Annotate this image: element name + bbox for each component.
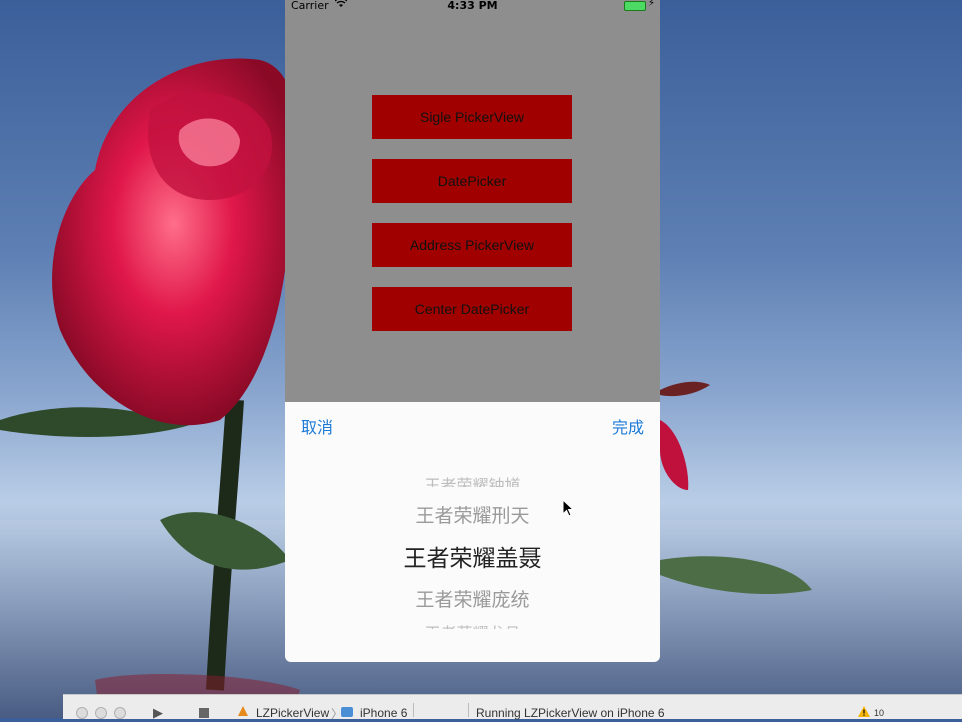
picker-wheel[interactable]: 王者荣耀钟馗 王者荣耀刑天 王者荣耀盖聂 王者荣耀庞统 王者荣耀龙且 [285,472,660,632]
single-pickerview-button[interactable]: Sigle PickerView [372,95,572,139]
picker-row[interactable]: 王者荣耀庞统 [285,585,660,612]
close-window-icon[interactable] [76,707,88,719]
done-button[interactable]: 完成 [612,414,644,438]
picker-row[interactable]: 王者荣耀钟馗 [285,477,660,487]
picker-row[interactable]: 王者荣耀龙且 [285,620,660,629]
warning-count: 10 [874,708,885,718]
simulator-screen: Carrier 4:33 PM ⚡ Sigle PickerView DateP… [285,0,660,662]
run-icon[interactable]: ▶ [153,705,163,721]
datepicker-button[interactable]: DatePicker [372,159,572,203]
status-bar: Carrier 4:33 PM ⚡ [285,0,660,12]
divider [468,703,469,717]
picker-row[interactable]: 王者荣耀刑天 [285,501,660,528]
simulator-device-icon [341,707,353,717]
minimize-window-icon[interactable] [95,707,107,719]
warning-icon[interactable] [858,706,870,717]
stop-icon[interactable] [199,708,209,718]
clock-label: 4:33 PM [447,0,498,12]
zoom-window-icon[interactable] [114,707,126,719]
picker-sheet: 取消 完成 王者荣耀钟馗 王者荣耀刑天 王者荣耀盖聂 王者荣耀庞统 王者荣耀龙且 [285,402,660,662]
mouse-cursor-icon [562,499,575,517]
cancel-button[interactable]: 取消 [301,414,333,438]
divider [413,703,414,717]
charging-icon: ⚡ [647,0,655,9]
xcode-scheme-icon [238,706,248,716]
picker-row-selected[interactable]: 王者荣耀盖聂 [285,539,660,573]
xcode-debug-bar: ▶ LZPickerView 〉 iPhone 6 Running LZPick… [63,694,962,721]
battery-icon [624,1,646,11]
address-pickerview-button[interactable]: Address PickerView [372,223,572,267]
center-datepicker-button[interactable]: Center DatePicker [372,287,572,331]
